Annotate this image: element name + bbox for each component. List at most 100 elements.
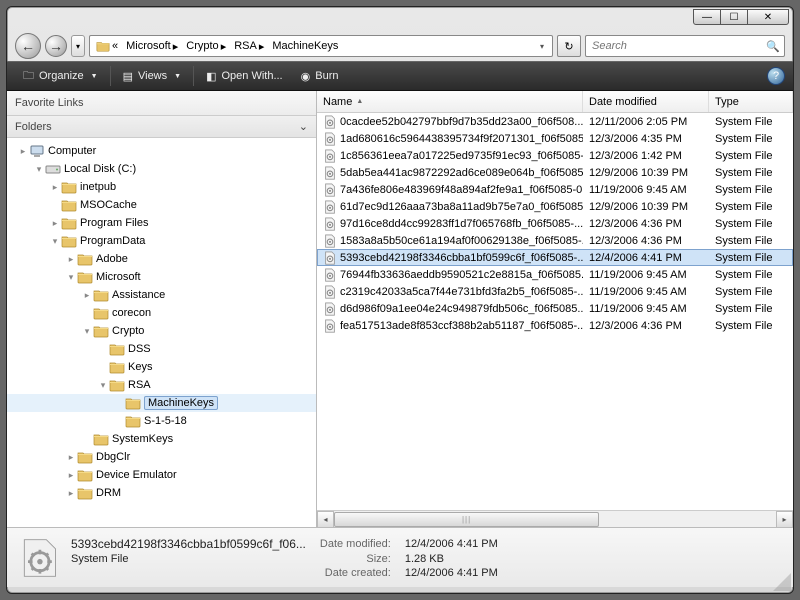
- expand-icon[interactable]: ▸: [49, 182, 61, 193]
- tree-node[interactable]: SystemKeys: [7, 430, 316, 448]
- tree-node[interactable]: ▸Adobe: [7, 250, 316, 268]
- tree-label: DRM: [96, 487, 121, 499]
- scroll-left-button[interactable]: ◂: [317, 511, 334, 528]
- tree-label: MSOCache: [80, 199, 137, 211]
- file-name: c2319c42033a5ca7f44e731bfd3fa2b5_f06f508…: [340, 286, 583, 298]
- address-dropdown[interactable]: ▾: [534, 42, 550, 51]
- expand-icon[interactable]: ▸: [65, 488, 77, 499]
- file-list[interactable]: 0cacdee52b042797bbf9d7b35dd23a00_f06f508…: [317, 113, 793, 510]
- views-button[interactable]: ▤Views▼: [115, 67, 190, 86]
- file-date: 12/9/2006 10:39 PM: [583, 167, 709, 179]
- tree-node[interactable]: MSOCache: [7, 196, 316, 214]
- folder-tree[interactable]: ▸Computer ▾ Local Disk (C:) ▸inetpub MSOCach…: [7, 138, 316, 527]
- file-type: System File: [709, 252, 793, 264]
- file-date: 12/11/2006 2:05 PM: [583, 116, 709, 128]
- file-type: System File: [709, 116, 793, 128]
- file-type: System File: [709, 235, 793, 247]
- tree-node[interactable]: ▾ProgramData: [7, 232, 316, 250]
- file-row[interactable]: fea517513ade8f853ccf388b2ab51187_f06f508…: [317, 317, 793, 334]
- favorite-links-header[interactable]: Favorite Links: [7, 91, 316, 115]
- maximize-button[interactable]: ☐: [720, 9, 748, 25]
- breadcrumb-root-icon[interactable]: «: [92, 36, 122, 56]
- column-type[interactable]: Type: [709, 91, 793, 112]
- minimize-button[interactable]: —: [693, 9, 721, 25]
- file-row[interactable]: 76944fb33636aeddb9590521c2e8815a_f06f508…: [317, 266, 793, 283]
- tree-node[interactable]: ▸Device Emulator: [7, 466, 316, 484]
- expand-icon[interactable]: ▾: [49, 236, 61, 247]
- expand-icon[interactable]: ▸: [81, 290, 93, 301]
- column-date[interactable]: Date modified: [583, 91, 709, 112]
- folder-icon: [61, 233, 77, 249]
- tree-node[interactable]: ▸Computer: [7, 142, 316, 160]
- tree-node[interactable]: ▸inetpub: [7, 178, 316, 196]
- file-row[interactable]: 61d7ec9d126aaa73ba8a11ad9b75e7a0_f06f508…: [317, 198, 793, 215]
- tree-node[interactable]: ▾Crypto: [7, 322, 316, 340]
- file-row[interactable]: d6d986f09a1ee04e24c949879fdb506c_f06f508…: [317, 300, 793, 317]
- expand-icon[interactable]: ▸: [65, 254, 77, 265]
- tree-node[interactable]: ▸ Assistance: [7, 286, 316, 304]
- breadcrumb[interactable]: Crypto ▸: [182, 36, 230, 56]
- search-icon[interactable]: 🔍: [762, 40, 784, 53]
- scroll-thumb[interactable]: |||: [334, 512, 599, 527]
- breadcrumb[interactable]: Microsoft ▸: [122, 36, 182, 56]
- titlebar[interactable]: — ☐ ✕: [7, 7, 793, 31]
- details-pane: 5393cebd42198f3346cbba1bf0599c6f_f06... …: [7, 527, 793, 587]
- expand-icon[interactable]: ▸: [17, 146, 29, 157]
- tree-node[interactable]: MachineKeys: [7, 394, 316, 412]
- expand-icon[interactable]: ▾: [65, 272, 77, 283]
- file-row[interactable]: 5393cebd42198f3346cbba1bf0599c6f_f06f508…: [317, 249, 793, 266]
- tree-label: Local Disk (C:): [64, 163, 136, 175]
- file-row[interactable]: 7a436fe806e483969f48a894af2fe9a1_f06f508…: [317, 181, 793, 198]
- back-button[interactable]: ←: [15, 33, 41, 59]
- tree-node[interactable]: DSS: [7, 340, 316, 358]
- scroll-right-button[interactable]: ▸: [776, 511, 793, 528]
- close-button[interactable]: ✕: [747, 9, 789, 25]
- folders-header[interactable]: Folders⌄: [7, 115, 316, 138]
- breadcrumb[interactable]: RSA ▸: [230, 36, 268, 56]
- search-input[interactable]: [586, 40, 762, 52]
- tree-node[interactable]: S-1-5-18: [7, 412, 316, 430]
- nav-bar: ← → ▾ « Microsoft ▸ Crypto ▸ RSA ▸ Machi…: [7, 31, 793, 61]
- file-row[interactable]: 1c856361eea7a017225ed9735f91ec93_f06f508…: [317, 147, 793, 164]
- expand-icon[interactable]: ▸: [65, 470, 77, 481]
- file-row[interactable]: 97d16ce8dd4cc99283ff1d7f065768fb_f06f508…: [317, 215, 793, 232]
- tree-node[interactable]: ▾Microsoft: [7, 268, 316, 286]
- file-row[interactable]: c2319c42033a5ca7f44e731bfd3fa2b5_f06f508…: [317, 283, 793, 300]
- file-row[interactable]: 5dab5ea441ac9872292ad6ce089e064b_f06f508…: [317, 164, 793, 181]
- search-box[interactable]: 🔍: [585, 35, 785, 57]
- horizontal-scrollbar[interactable]: ◂ ||| ▸: [317, 510, 793, 527]
- column-headers: Name▲ Date modified Type: [317, 91, 793, 113]
- column-name[interactable]: Name▲: [317, 91, 583, 112]
- file-type: System File: [709, 201, 793, 213]
- tree-node[interactable]: corecon: [7, 304, 316, 322]
- nav-history-dropdown[interactable]: ▾: [71, 35, 85, 57]
- help-button[interactable]: ?: [767, 67, 785, 85]
- forward-button[interactable]: →: [45, 35, 67, 57]
- resize-grip[interactable]: [771, 571, 791, 591]
- expand-icon[interactable]: ▸: [65, 452, 77, 463]
- file-row[interactable]: 1583a8a5b50ce61a194af0f00629138e_f06f508…: [317, 232, 793, 249]
- tree-node[interactable]: ▸ DRM: [7, 484, 316, 502]
- tree-node[interactable]: ▸Program Files: [7, 214, 316, 232]
- tree-node[interactable]: ▾ Local Disk (C:): [7, 160, 316, 178]
- expand-icon[interactable]: ▸: [49, 218, 61, 229]
- file-row[interactable]: 1ad680616c5964438395734f9f2071301_f06f50…: [317, 130, 793, 147]
- folder-icon: [93, 431, 109, 447]
- address-bar[interactable]: « Microsoft ▸ Crypto ▸ RSA ▸ MachineKeys…: [89, 35, 553, 57]
- refresh-button[interactable]: ↻: [557, 35, 581, 57]
- tree-node[interactable]: Keys: [7, 358, 316, 376]
- burn-button[interactable]: ◉Burn: [293, 67, 347, 86]
- system-file-icon: [323, 132, 337, 146]
- breadcrumb[interactable]: MachineKeys: [268, 36, 342, 56]
- open-with-button[interactable]: ◧Open With...: [198, 67, 291, 86]
- expand-icon[interactable]: ▾: [97, 380, 109, 391]
- tree-node[interactable]: ▸DbgClr: [7, 448, 316, 466]
- expand-icon[interactable]: ▾: [81, 326, 93, 337]
- tree-node[interactable]: ▾RSA: [7, 376, 316, 394]
- tree-label: Assistance: [112, 289, 165, 301]
- file-row[interactable]: 0cacdee52b042797bbf9d7b35dd23a00_f06f508…: [317, 113, 793, 130]
- file-name: fea517513ade8f853ccf388b2ab51187_f06f508…: [340, 320, 583, 332]
- organize-button[interactable]: 🗀Organize▼: [15, 64, 106, 89]
- expand-icon[interactable]: ▾: [33, 164, 45, 175]
- sort-arrow-icon: ▲: [356, 98, 363, 105]
